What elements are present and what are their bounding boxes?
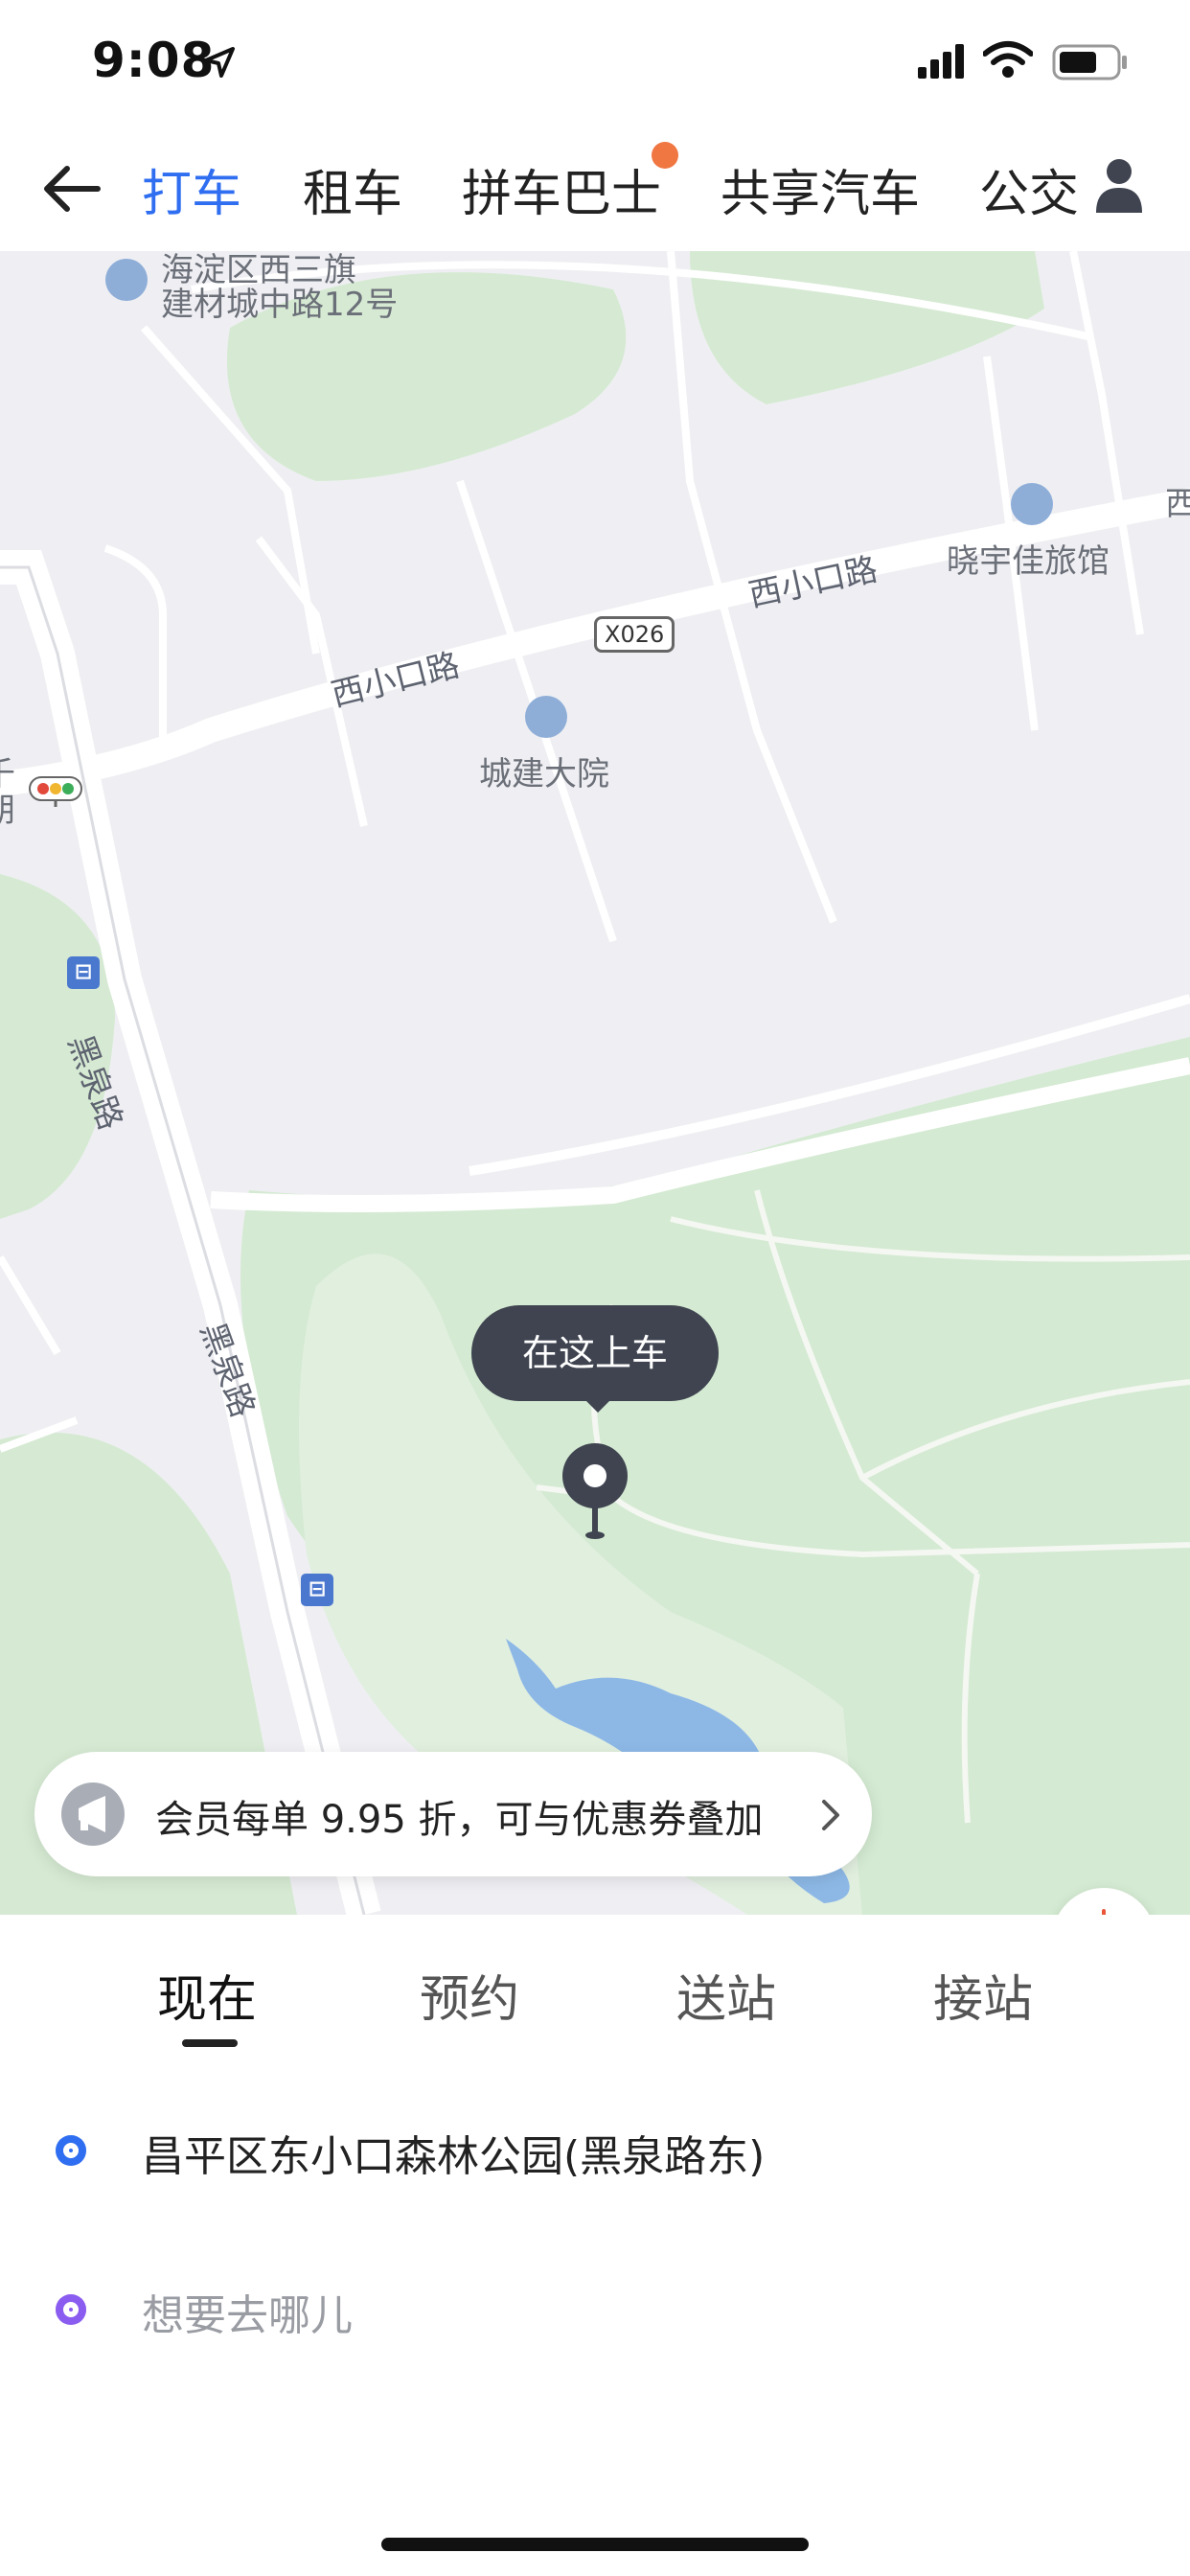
pickup-address-text: 昌平区东小口森林公园(黑泉路东) bbox=[142, 2132, 766, 2181]
status-time: 9:08 bbox=[92, 33, 216, 88]
megaphone-icon bbox=[61, 1782, 125, 1846]
wifi-icon bbox=[983, 41, 1033, 78]
pickup-address-row[interactable]: 昌平区东小口森林公园(黑泉路东) bbox=[0, 2093, 1190, 2208]
mode-tab-now[interactable]: 现在 bbox=[157, 1959, 257, 2031]
user-profile-icon[interactable] bbox=[1092, 157, 1146, 215]
map-edge-label-left-2: 朗 bbox=[0, 784, 15, 831]
tab-shared-car[interactable]: 共享汽车 bbox=[721, 153, 920, 225]
pickup-dot-icon bbox=[56, 2135, 86, 2166]
membership-promo-banner[interactable]: 会员每单 9.95 折，可与优惠券叠加 bbox=[34, 1752, 872, 1876]
pickup-here-bubble[interactable]: 在这上车 bbox=[471, 1305, 719, 1401]
destination-row[interactable]: 想要去哪儿 bbox=[0, 2252, 1190, 2367]
destination-dot-icon bbox=[56, 2294, 86, 2325]
back-arrow-icon[interactable] bbox=[38, 155, 105, 222]
poi-home-icon[interactable] bbox=[105, 259, 148, 301]
home-indicator[interactable] bbox=[381, 2538, 809, 2551]
bus-stop-icon-2[interactable]: ⊟ bbox=[301, 1574, 333, 1606]
map-view[interactable]: 海淀区西三旗 建材城中路12号 晓宇佳旅馆 西 西小口路 X026 西小口路 城… bbox=[0, 251, 1190, 1915]
traffic-light-icon bbox=[29, 776, 82, 807]
new-badge-dot bbox=[652, 142, 678, 169]
hotel-label: 晓宇佳旅馆 bbox=[947, 542, 1110, 581]
compound-home-icon[interactable] bbox=[525, 696, 567, 738]
active-tab-indicator bbox=[182, 2039, 238, 2047]
pickup-bubble-tail bbox=[584, 1399, 611, 1413]
top-navigation: 打车 租车 拼车巴士 共享汽车 公交 bbox=[0, 126, 1190, 251]
tab-taxi[interactable]: 打车 bbox=[142, 153, 241, 225]
road-number-badge: X026 bbox=[594, 616, 675, 653]
status-bar: 9:08 bbox=[0, 0, 1190, 126]
poi-label-line2: 建材城中路12号 bbox=[161, 286, 399, 324]
map-edge-label: 西 bbox=[1165, 485, 1190, 523]
cellular-signal-icon bbox=[918, 44, 964, 79]
hotel-bed-icon[interactable] bbox=[1011, 483, 1053, 525]
bus-stop-icon[interactable]: ⊟ bbox=[67, 956, 100, 989]
tab-carpool-bus[interactable]: 拼车巴士 bbox=[462, 153, 661, 225]
tab-car-rental[interactable]: 租车 bbox=[303, 153, 402, 225]
mode-tab-reserve[interactable]: 预约 bbox=[420, 1959, 519, 2031]
destination-input[interactable]: 想要去哪儿 bbox=[142, 2281, 353, 2342]
chevron-right-icon bbox=[822, 1800, 839, 1830]
battery-icon bbox=[1052, 44, 1127, 80]
ride-booking-panel: 现在 预约 送站 接站 昌平区东小口森林公园(黑泉路东) 想要去哪儿 bbox=[0, 1915, 1190, 2576]
tab-public-transit[interactable]: 公交 bbox=[979, 153, 1079, 225]
mode-tab-dropoff-station[interactable]: 送站 bbox=[676, 1959, 776, 2031]
compound-label: 城建大院 bbox=[479, 755, 609, 794]
location-arrow-icon bbox=[204, 47, 235, 78]
pickup-pin-icon[interactable] bbox=[561, 1441, 629, 1541]
promo-text: 会员每单 9.95 折，可与优惠券叠加 bbox=[155, 1798, 764, 1842]
mode-tab-pickup-station[interactable]: 接站 bbox=[933, 1959, 1033, 2031]
